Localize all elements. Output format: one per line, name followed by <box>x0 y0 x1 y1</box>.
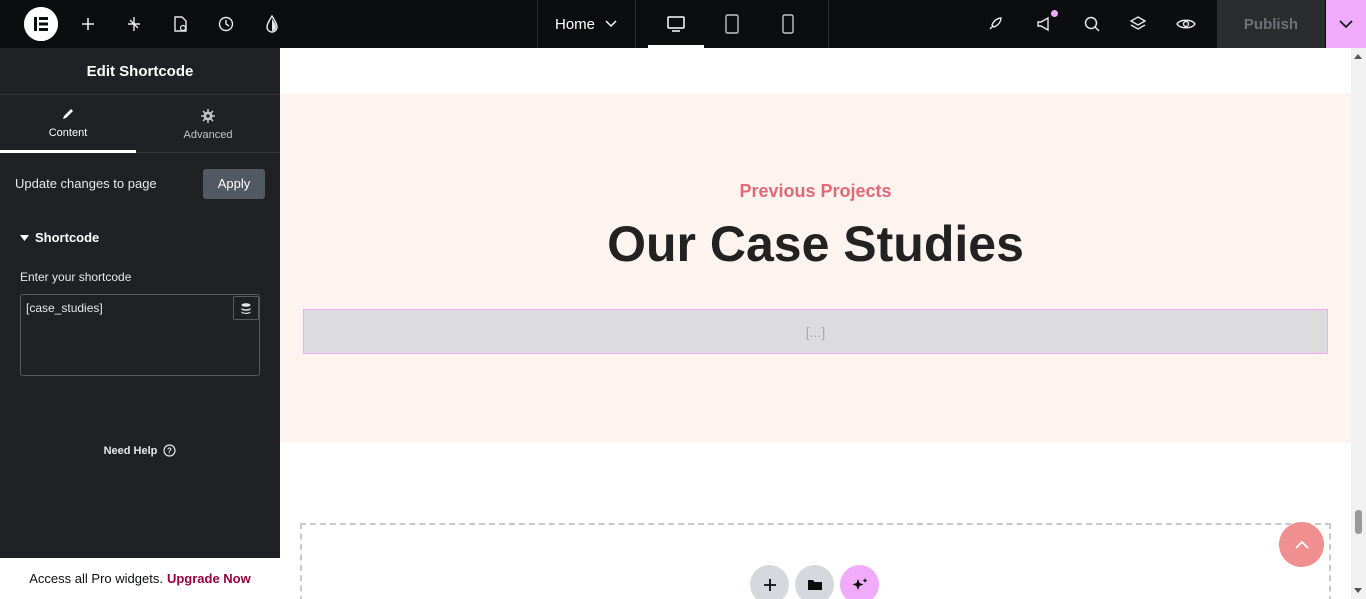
desktop-view-button[interactable] <box>648 0 704 48</box>
plus-icon <box>763 578 776 591</box>
tab-advanced-label: Advanced <box>183 128 233 141</box>
plus-icon <box>82 18 94 30</box>
shortcode-section-toggle[interactable]: Shortcode <box>20 230 99 245</box>
help-label: Need Help <box>103 444 158 457</box>
section-heading: Our Case Studies <box>607 216 1024 272</box>
folder-icon <box>807 580 822 590</box>
notification-dot <box>1051 10 1058 17</box>
shortcode-widget[interactable]: [...] <box>303 309 1328 354</box>
editor-panel: Edit Shortcode Content Advanced Update c… <box>0 48 280 599</box>
desktop-icon <box>667 16 685 32</box>
gear-icon <box>201 108 215 123</box>
panel-title: Edit Shortcode <box>0 48 280 95</box>
whats-new-button[interactable] <box>1032 0 1056 48</box>
update-label: Update changes to page <box>15 176 157 191</box>
mobile-view-button[interactable] <box>760 0 816 48</box>
elementor-logo-button[interactable] <box>24 7 58 41</box>
theme-style-button[interactable] <box>260 0 284 48</box>
scrollbar-thumb[interactable] <box>1355 510 1362 534</box>
structure-button[interactable] <box>1126 0 1150 48</box>
tab-content-label: Content <box>48 127 88 139</box>
promo-text: Access all Pro widgets. <box>29 571 163 586</box>
page-name: Home <box>555 15 596 33</box>
mobile-icon <box>782 14 794 34</box>
need-help-link[interactable]: Need Help ? <box>0 444 280 457</box>
svg-text:?: ? <box>167 447 172 456</box>
database-icon <box>241 302 251 314</box>
scroll-to-top-button[interactable] <box>1279 522 1324 567</box>
history-icon <box>218 16 234 32</box>
chevron-down-icon <box>605 20 617 28</box>
page-settings-button[interactable] <box>168 0 192 48</box>
section-title: Shortcode <box>35 230 100 245</box>
case-studies-section[interactable]: Previous Projects Our Case Studies [...] <box>280 93 1351 443</box>
publish-options-button[interactable] <box>1326 0 1366 48</box>
chevron-up-icon <box>1294 540 1309 549</box>
droplet-icon <box>266 15 278 33</box>
panel-tabs: Content Advanced <box>0 96 280 153</box>
add-section-button[interactable] <box>750 565 789 599</box>
publish-button[interactable]: Publish <box>1217 0 1325 48</box>
divider <box>828 0 829 48</box>
tab-advanced[interactable]: Advanced <box>140 96 276 153</box>
sparkle-structure-icon <box>128 17 140 31</box>
scroll-down-arrow[interactable] <box>1354 588 1362 593</box>
tablet-view-button[interactable] <box>704 0 760 48</box>
ai-generate-button[interactable] <box>840 565 879 599</box>
apply-button[interactable]: Apply <box>203 168 265 199</box>
page-settings-icon <box>174 16 187 32</box>
add-section-buttons <box>750 565 879 599</box>
history-button[interactable] <box>214 0 238 48</box>
dynamic-tags-button[interactable] <box>233 296 259 320</box>
search-button[interactable] <box>1080 0 1104 48</box>
canvas-scrollbar[interactable] <box>1351 48 1366 599</box>
update-row: Update changes to page Apply <box>15 168 265 199</box>
add-template-button[interactable] <box>795 565 834 599</box>
preview-canvas: Previous Projects Our Case Studies [...] <box>280 48 1351 599</box>
add-element-button[interactable] <box>76 0 100 48</box>
section-eyebrow: Previous Projects <box>739 181 892 201</box>
caret-down-icon <box>20 234 29 241</box>
megaphone-icon <box>1037 16 1049 32</box>
top-bar: Home Publish <box>0 0 1366 48</box>
divider <box>635 0 636 48</box>
site-settings-button[interactable] <box>122 0 146 48</box>
chevron-down-icon <box>1339 19 1353 28</box>
shortcode-textarea[interactable]: [case_studies] <box>20 294 260 376</box>
search-icon <box>1084 16 1100 32</box>
rocket-icon <box>989 17 1002 30</box>
page-selector[interactable]: Home <box>538 0 635 48</box>
tab-content[interactable]: Content <box>0 96 136 153</box>
question-circle-icon: ? <box>163 444 176 457</box>
pro-promo-bar: Access all Pro widgets. Upgrade Now <box>0 558 280 599</box>
tablet-icon <box>725 14 739 34</box>
scroll-up-arrow[interactable] <box>1354 54 1362 59</box>
preview-button[interactable] <box>1174 0 1198 48</box>
ai-sparkle-icon <box>852 577 867 590</box>
pencil-icon <box>63 109 73 119</box>
upgrade-now-link[interactable]: Upgrade Now <box>167 571 251 586</box>
elementor-logo-icon <box>24 7 58 41</box>
eye-icon <box>1176 19 1196 29</box>
layers-icon <box>1129 16 1147 30</box>
shortcode-field-label: Enter your shortcode <box>20 270 132 284</box>
launch-button[interactable] <box>983 0 1007 48</box>
